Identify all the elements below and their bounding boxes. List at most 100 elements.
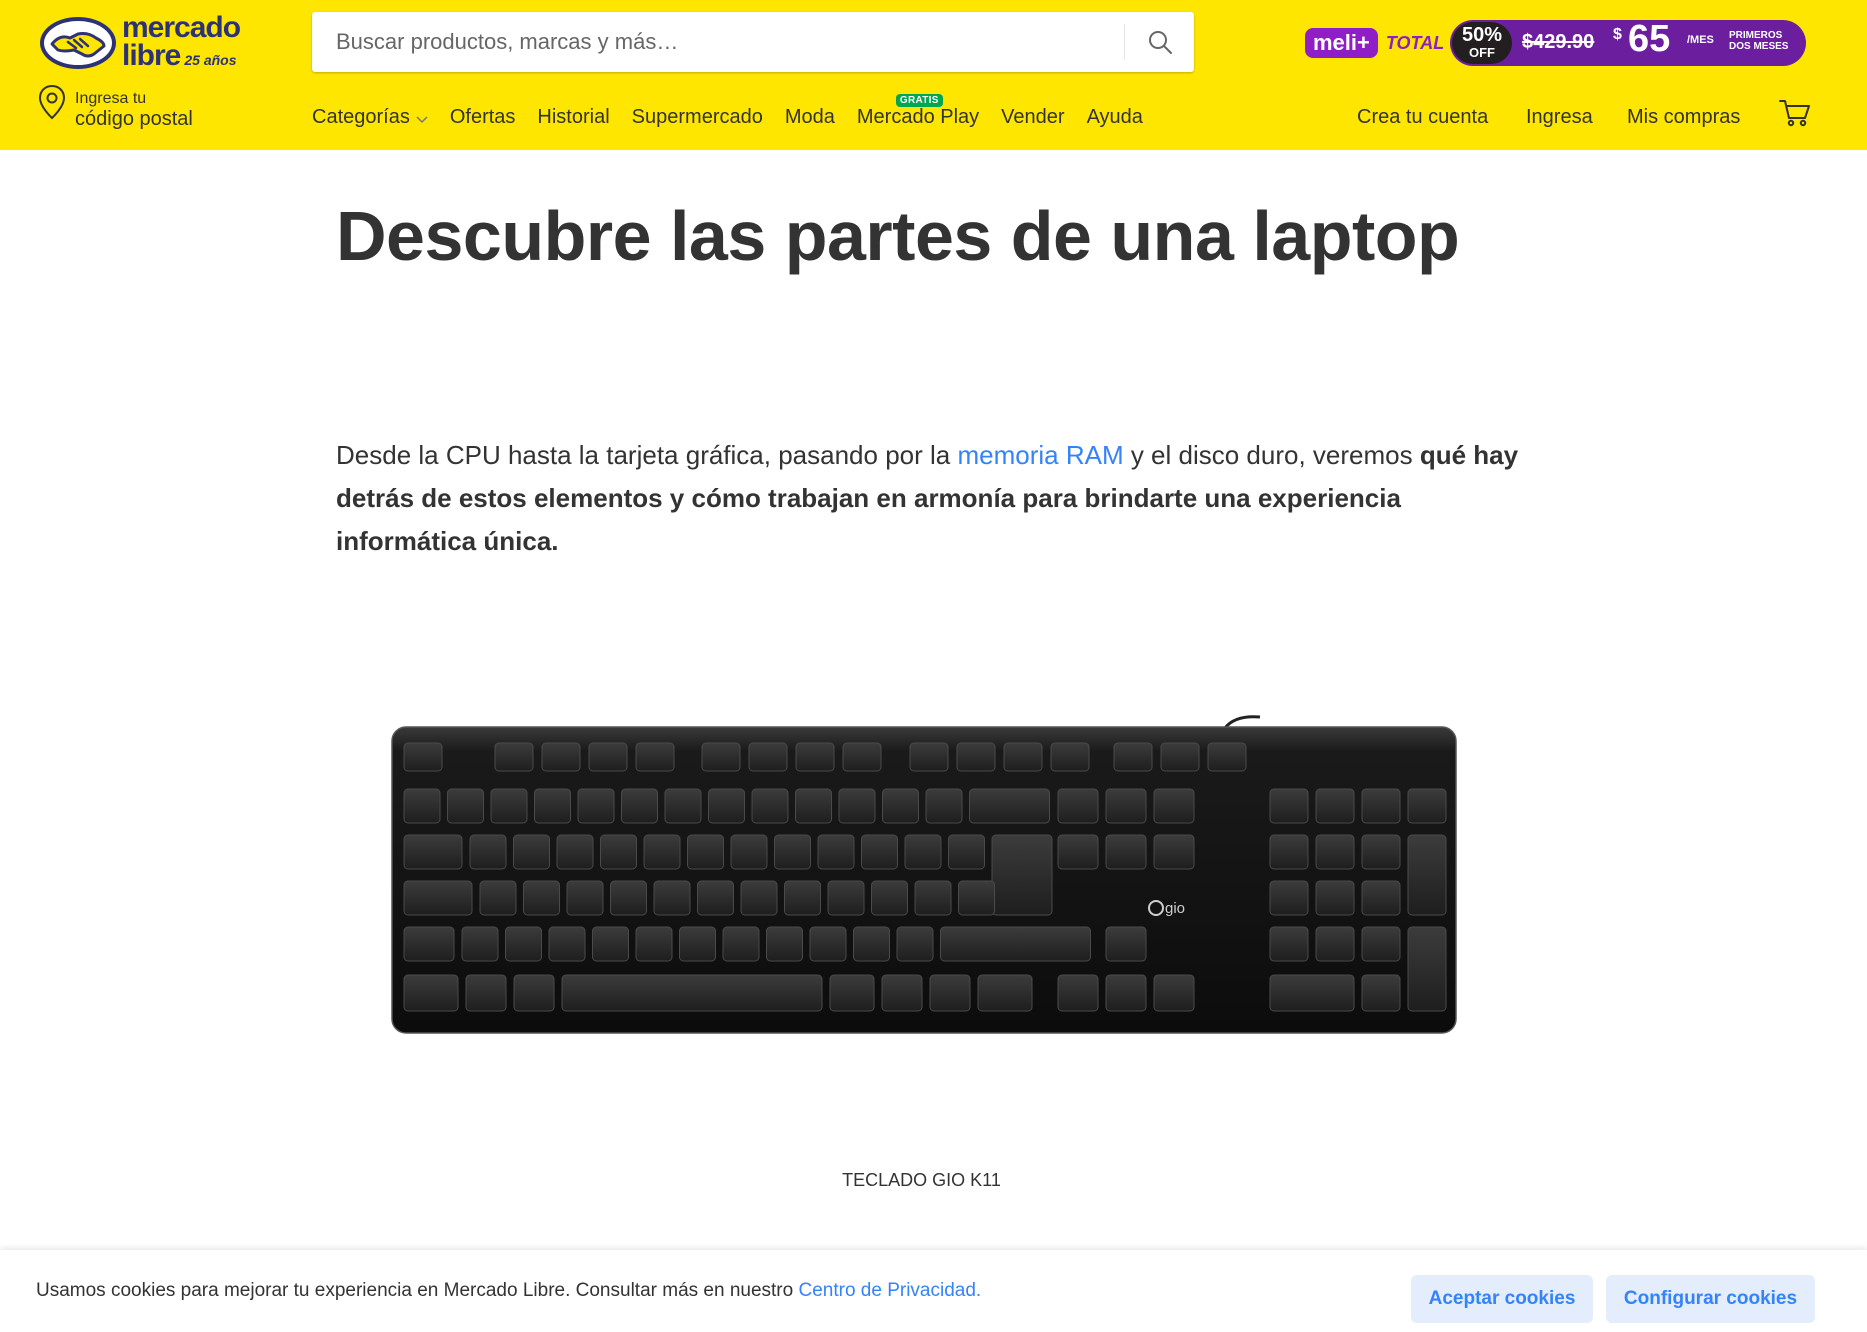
keyboard-key	[1160, 742, 1200, 772]
cart-button[interactable]	[1778, 98, 1812, 133]
keyboard-key	[1207, 742, 1247, 772]
logo-anniversary: 25 años	[184, 52, 237, 68]
article-title: Descubre las partes de una laptop	[336, 197, 1460, 275]
keyboard-key	[447, 788, 484, 824]
mercadolibre-logo[interactable]: mercado libre 25 años	[38, 11, 248, 74]
keyboard-key	[1057, 788, 1099, 824]
keyboard-key	[751, 788, 789, 824]
postal-code-selector[interactable]: Ingresa tu código postal	[38, 84, 258, 134]
keyboard-key	[588, 742, 628, 772]
keyboard-brand-logo: gio	[1165, 900, 1185, 917]
keyboard-key	[853, 926, 890, 962]
nav-item-categorias[interactable]: Categorías	[312, 106, 428, 129]
keyboard-key	[1269, 974, 1355, 1012]
keyboard-key	[513, 974, 555, 1012]
keyboard-key	[403, 788, 441, 824]
location-pin-icon	[38, 84, 66, 120]
keyboard-key	[956, 742, 996, 772]
keyboard-key	[643, 834, 681, 870]
keyboard-key	[914, 880, 952, 916]
keyboard-key	[1315, 880, 1355, 916]
keyboard-key	[882, 788, 919, 824]
price-period: /MES	[1687, 34, 1714, 46]
meli-plus-banner[interactable]: meli+ TOTAL	[1305, 28, 1444, 58]
keyboard-key	[635, 742, 675, 772]
keyboard-key	[403, 742, 443, 772]
keyboard-key	[1153, 974, 1195, 1012]
keyboard-key	[1361, 926, 1401, 962]
accept-cookies-button[interactable]: Aceptar cookies	[1411, 1275, 1593, 1323]
keyboard-key	[969, 788, 1050, 824]
keyboard-key	[1003, 742, 1043, 772]
keyboard-key	[479, 880, 517, 916]
keyboard-key	[1105, 926, 1147, 962]
keyboard-key	[1269, 880, 1309, 916]
old-price: $429.90	[1522, 31, 1595, 53]
discount-badge: 50% OFF	[1452, 22, 1512, 64]
keyboard-key	[1361, 788, 1401, 824]
nav-item-ofertas[interactable]: Ofertas	[450, 106, 516, 129]
keyboard-key	[403, 926, 455, 962]
keyboard-key	[730, 834, 768, 870]
postal-code-label: código postal	[75, 108, 193, 130]
keyboard-key	[469, 834, 507, 870]
handshake-logo-icon	[40, 17, 116, 69]
keyboard-key	[1105, 974, 1147, 1012]
keyboard-key	[403, 834, 463, 870]
keyboard-image: gio	[390, 713, 1458, 1043]
keyboard-key	[1361, 974, 1401, 1012]
keyboard-key	[861, 834, 898, 870]
cookie-banner: Usamos cookies para mejorar tu experienc…	[0, 1250, 1867, 1332]
keyboard-key	[838, 788, 876, 824]
my-purchases-link[interactable]: Mis compras	[1627, 106, 1740, 129]
cookie-message: Usamos cookies para mejorar tu experienc…	[36, 1280, 982, 1301]
keyboard-key	[697, 880, 734, 916]
configure-cookies-button[interactable]: Configurar cookies	[1606, 1275, 1815, 1323]
keyboard-key	[795, 788, 832, 824]
keyboard-key	[940, 926, 1091, 962]
search-input[interactable]	[312, 12, 1122, 72]
create-account-link[interactable]: Crea tu cuenta	[1357, 106, 1488, 129]
nav-item-ayuda[interactable]: Ayuda	[1087, 106, 1143, 129]
search-bar	[312, 12, 1194, 72]
keyboard-key	[748, 742, 788, 772]
keyboard-key	[1050, 742, 1090, 772]
logo-word-libre: libre	[122, 39, 181, 72]
keyboard-key	[505, 926, 542, 962]
keyboard-key	[1269, 788, 1309, 824]
keyboard-key	[1361, 880, 1401, 916]
keyboard-key	[1269, 926, 1309, 962]
keyboard-key	[494, 742, 534, 772]
keyboard-key	[465, 974, 507, 1012]
keyboard-key	[1407, 788, 1447, 824]
search-button[interactable]	[1125, 12, 1194, 72]
keyboard-key	[556, 834, 594, 870]
nav-item-mercado-play[interactable]: GRATIS Mercado Play	[857, 94, 979, 129]
keyboard-key	[784, 880, 821, 916]
keyboard-key	[909, 742, 949, 772]
memoria-ram-link[interactable]: memoria RAM	[957, 440, 1123, 470]
keyboard-key	[1153, 788, 1195, 824]
nav-item-moda[interactable]: Moda	[785, 106, 835, 129]
keyboard-key	[1269, 834, 1309, 870]
keyboard-key	[679, 926, 716, 962]
logo-word-mercado: mercado	[122, 11, 241, 44]
meli-total-label: TOTAL	[1385, 32, 1445, 53]
search-icon	[1148, 31, 1172, 54]
nav-item-vender[interactable]: Vender	[1001, 106, 1064, 129]
keyboard-key	[548, 926, 586, 962]
cart-icon	[1779, 100, 1810, 127]
keyboard-key	[610, 880, 647, 916]
privacy-center-link[interactable]: Centro de Privacidad.	[798, 1280, 981, 1301]
keyboard-key	[958, 880, 995, 916]
nav-item-supermercado[interactable]: Supermercado	[632, 106, 763, 129]
main-nav: Categorías Ofertas Historial Supermercad…	[312, 94, 1165, 129]
keyboard-key	[795, 742, 835, 772]
keyboard-key	[513, 834, 550, 870]
nav-item-historial[interactable]: Historial	[537, 106, 609, 129]
login-link[interactable]: Ingresa	[1526, 106, 1593, 129]
promo-banner[interactable]: 50% OFF $429.90 $ 65 /MES PRIMEROS DOS M…	[1450, 18, 1806, 66]
chevron-down-icon	[416, 115, 428, 123]
keyboard-key	[600, 834, 637, 870]
header: mercado libre25 años meli+ TOTAL 50% OFF…	[0, 0, 1867, 150]
